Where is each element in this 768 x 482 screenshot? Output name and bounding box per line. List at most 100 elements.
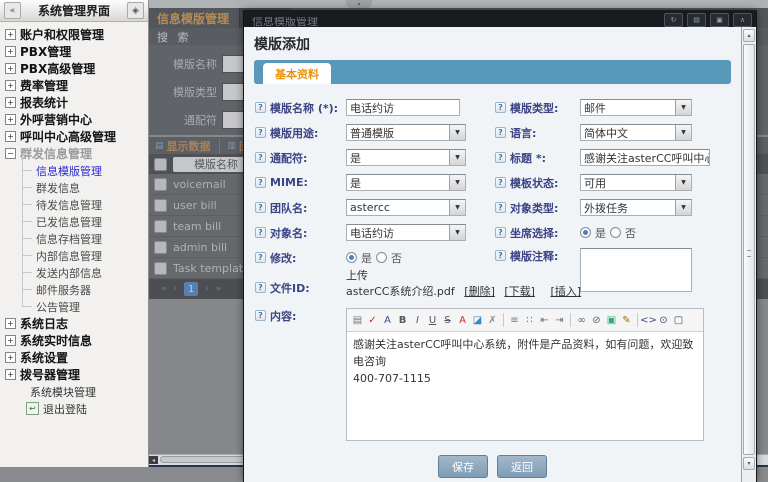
- expand-icon[interactable]: +: [5, 352, 16, 363]
- bold-icon[interactable]: B: [396, 312, 409, 328]
- hscroll-thumb[interactable]: [160, 456, 248, 463]
- sidebar-item-pbx-advanced[interactable]: + PBX高级管理: [0, 60, 148, 77]
- expand-icon[interactable]: +: [5, 369, 16, 380]
- expand-icon[interactable]: +: [5, 97, 16, 108]
- dropdown-arrow-icon[interactable]: ▼: [675, 175, 691, 190]
- sidebar-item-system-modules[interactable]: 系统模块管理: [0, 383, 148, 400]
- remove-format-icon[interactable]: ✗: [486, 312, 499, 328]
- help-icon[interactable]: ?: [495, 102, 506, 113]
- dropdown-arrow-icon[interactable]: ▼: [675, 125, 691, 140]
- expand-icon[interactable]: +: [5, 131, 16, 142]
- toolbar-separator[interactable]: [637, 313, 638, 327]
- scrollbar-thumb[interactable]: [743, 44, 755, 455]
- underline-icon[interactable]: U: [426, 312, 439, 328]
- download-link[interactable]: [下载]: [504, 285, 535, 298]
- help-icon[interactable]: ?: [495, 250, 506, 261]
- dropdown-arrow-icon[interactable]: ▼: [449, 225, 465, 240]
- sidebar-item-account-perms[interactable]: + 账户和权限管理: [0, 26, 148, 43]
- indent-icon[interactable]: ⇥: [553, 312, 566, 328]
- collapse-button[interactable]: ∧: [733, 13, 752, 27]
- template-note-textarea[interactable]: [580, 248, 692, 292]
- radio-yes[interactable]: [346, 252, 357, 263]
- pin-icon[interactable]: ◈: [127, 2, 144, 19]
- help-icon[interactable]: ?: [255, 102, 266, 113]
- object-name-select[interactable]: 电话约访 ▼: [346, 224, 466, 241]
- sidebar-item-logout[interactable]: ↩ 退出登陆: [0, 400, 148, 417]
- modal-scrollbar[interactable]: ▴ ▾: [741, 27, 756, 482]
- expand-icon[interactable]: −: [5, 148, 16, 159]
- team-name-select[interactable]: astercc ▼: [346, 199, 466, 216]
- help-icon[interactable]: ?: [255, 252, 266, 263]
- delete-link[interactable]: [删除]: [464, 285, 495, 298]
- help-icon[interactable]: ?: [255, 310, 266, 321]
- help-icon[interactable]: ?: [255, 227, 266, 238]
- help-icon[interactable]: ?: [255, 127, 266, 138]
- preview-icon[interactable]: ⊙: [657, 312, 670, 328]
- sidebar-item-system-settings[interactable]: + 系统设置: [0, 349, 148, 366]
- radio-no[interactable]: [376, 252, 387, 263]
- sidebar-item-reports[interactable]: + 报表统计: [0, 94, 148, 111]
- source-icon[interactable]: ▤: [351, 312, 364, 328]
- editor-content[interactable]: 感谢关注asterCC呼叫中心系统，附件是产品资料，如有问题，欢迎致电咨询 40…: [347, 332, 703, 440]
- help-icon[interactable]: ?: [255, 202, 266, 213]
- unlink-icon[interactable]: ⊘: [590, 312, 603, 328]
- help-icon[interactable]: ?: [495, 152, 506, 163]
- radio-yes[interactable]: [580, 227, 591, 238]
- expand-icon[interactable]: +: [5, 29, 16, 40]
- template-status-select[interactable]: 可用 ▼: [580, 174, 692, 191]
- bullet-list-icon[interactable]: ∷: [523, 312, 536, 328]
- font-icon[interactable]: A: [381, 312, 394, 328]
- dropdown-arrow-icon[interactable]: ▼: [449, 175, 465, 190]
- tab-basic-info[interactable]: 基本资料: [263, 63, 331, 84]
- code-icon[interactable]: <>: [642, 312, 655, 328]
- image-icon[interactable]: ▣: [605, 312, 618, 328]
- refresh-button[interactable]: ↻: [664, 13, 683, 27]
- bg-color-icon[interactable]: ◪: [471, 312, 484, 328]
- toolbar-separator[interactable]: [570, 313, 571, 327]
- dropdown-arrow-icon[interactable]: ▼: [449, 150, 465, 165]
- spellcheck-icon[interactable]: ✓: [366, 312, 379, 328]
- help-icon[interactable]: ?: [255, 177, 266, 188]
- dropdown-arrow-icon[interactable]: ▼: [449, 200, 465, 215]
- sidebar-collapse-icon[interactable]: «: [4, 2, 21, 19]
- help-icon[interactable]: ?: [495, 127, 506, 138]
- object-type-select[interactable]: 外拨任务 ▼: [580, 199, 692, 216]
- minimize-button[interactable]: ▣: [710, 13, 729, 27]
- dropdown-arrow-icon[interactable]: ▼: [675, 100, 691, 115]
- template-type-select[interactable]: 邮件 ▼: [580, 99, 692, 116]
- sidebar-item-system-log[interactable]: + 系统日志: [0, 315, 148, 332]
- help-icon[interactable]: ?: [495, 227, 506, 238]
- radio-no[interactable]: [610, 227, 621, 238]
- sidebar-item-callcenter-advanced[interactable]: + 呼叫中心高级管理: [0, 128, 148, 145]
- expand-icon[interactable]: +: [5, 114, 16, 125]
- expand-icon[interactable]: ↩: [26, 402, 39, 415]
- template-use-select[interactable]: 普通模版 ▼: [346, 124, 466, 141]
- expand-icon[interactable]: +: [5, 63, 16, 74]
- strikethrough-icon[interactable]: S: [441, 312, 454, 328]
- text-color-icon[interactable]: A: [456, 312, 469, 328]
- sidebar-item-dialer[interactable]: + 拨号器管理: [0, 366, 148, 383]
- link-icon[interactable]: ∞: [575, 312, 588, 328]
- italic-icon[interactable]: I: [411, 312, 424, 328]
- insert-link[interactable]: [插入]: [550, 285, 581, 298]
- sidebar-item-rates[interactable]: + 费率管理: [0, 77, 148, 94]
- sidebar-item-pbx[interactable]: + PBX管理: [0, 43, 148, 60]
- expand-icon[interactable]: +: [5, 335, 16, 346]
- expand-icon[interactable]: +: [5, 318, 16, 329]
- scroll-up-icon[interactable]: ▴: [743, 29, 755, 42]
- scroll-down-icon[interactable]: ▾: [743, 457, 755, 470]
- language-select[interactable]: 简体中文 ▼: [580, 124, 692, 141]
- expand-icon[interactable]: +: [5, 46, 16, 57]
- outdent-icon[interactable]: ⇤: [538, 312, 551, 328]
- subject-input[interactable]: 感谢关注asterCC呼叫中心: [580, 149, 710, 166]
- mime-select[interactable]: 是 ▼: [346, 174, 466, 191]
- sidebar-item-outbound-center[interactable]: + 外呼营销中心: [0, 111, 148, 128]
- sidebar-item-system-realtime[interactable]: + 系统实时信息: [0, 332, 148, 349]
- edit-icon[interactable]: ✎: [620, 312, 633, 328]
- maximize-icon[interactable]: ▢: [672, 312, 685, 328]
- dropdown-arrow-icon[interactable]: ▼: [449, 125, 465, 140]
- restore-button[interactable]: ▤: [687, 13, 706, 27]
- scroll-left-icon[interactable]: ◂: [149, 456, 158, 464]
- help-icon[interactable]: ?: [255, 152, 266, 163]
- numbered-list-icon[interactable]: ≡: [508, 312, 521, 328]
